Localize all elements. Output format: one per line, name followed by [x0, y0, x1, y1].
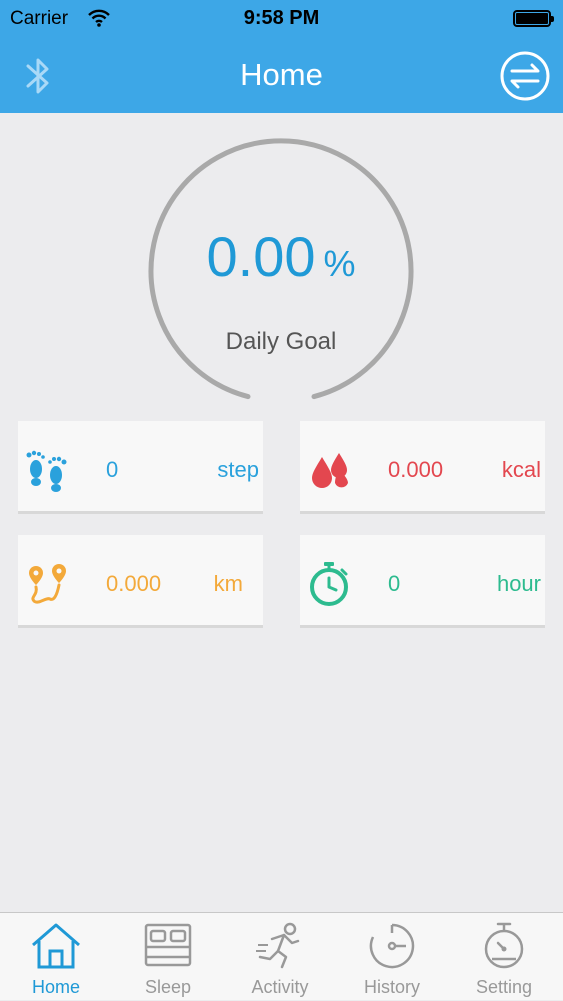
running-icon: [254, 921, 306, 971]
clock: 9:58 PM: [243, 7, 320, 29]
history-icon: [366, 921, 418, 971]
goal-label: Daily Goal: [225, 328, 337, 355]
route-icon: [24, 561, 70, 612]
tab-sleep[interactable]: Sleep: [112, 913, 224, 1001]
steps-card[interactable]: 0 step: [18, 421, 263, 511]
flame-icon: [306, 447, 352, 498]
tab-activity[interactable]: Activity: [224, 913, 336, 1001]
calories-card[interactable]: 0.000 kcal: [300, 421, 545, 511]
status-bar: Carrier 9:58 PM: [0, 0, 563, 38]
calories-value: 0.000: [388, 457, 444, 482]
duration-value: 0: [388, 571, 401, 596]
distance-card[interactable]: 0.000 km: [18, 535, 263, 625]
daily-goal-ring: 0.00% Daily Goal: [146, 136, 416, 406]
tab-label: Sleep: [144, 977, 192, 997]
calories-unit: kcal: [501, 457, 541, 482]
goal-unit: %: [323, 243, 356, 284]
home-icon: [30, 921, 82, 971]
tab-home[interactable]: Home: [0, 913, 112, 1001]
tab-label: Home: [31, 977, 80, 997]
distance-value: 0.000: [106, 571, 162, 596]
goal-value: 0.00: [206, 225, 316, 288]
bed-icon: [142, 921, 194, 971]
distance-unit: km: [213, 571, 243, 596]
sync-icon[interactable]: [499, 50, 551, 107]
tab-setting[interactable]: Setting: [448, 913, 560, 1001]
tab-history[interactable]: History: [336, 913, 448, 1001]
page-title: Home: [240, 57, 323, 92]
duration-unit: hour: [496, 571, 541, 596]
tab-label: Activity: [251, 977, 309, 997]
nav-bar: Home: [0, 38, 563, 113]
goal-percentage: 0.00%: [146, 224, 416, 289]
tab-label: History: [363, 977, 420, 997]
stopwatch-icon: [306, 561, 352, 612]
tab-bar: Home Sleep Activity History Setting: [0, 912, 563, 1000]
steps-unit: step: [217, 457, 259, 482]
timer-icon: [478, 921, 530, 971]
duration-card[interactable]: 0 hour: [300, 535, 545, 625]
tab-label: Setting: [475, 977, 533, 997]
battery-icon: [513, 10, 554, 27]
steps-value: 0: [106, 457, 119, 482]
footprints-icon: [24, 447, 70, 498]
